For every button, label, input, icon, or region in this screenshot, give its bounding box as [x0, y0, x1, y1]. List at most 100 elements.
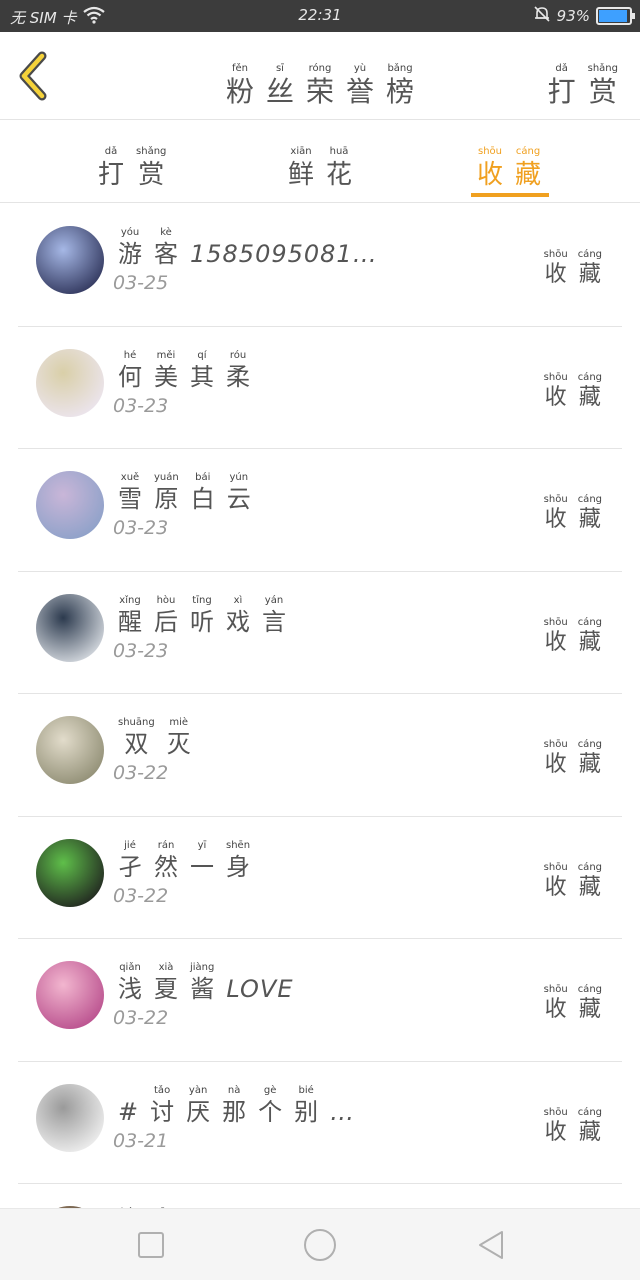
status-bar: 无 SIM 卡 22:31 93% — [0, 0, 640, 32]
hanzi: 戏 — [226, 607, 250, 636]
hanzi: 打 — [98, 160, 125, 190]
pinyin: shōu — [543, 984, 568, 995]
hanzi: 藏 — [515, 160, 542, 190]
ruby-char: fěn 粉 — [226, 63, 254, 109]
recents-button[interactable] — [135, 1229, 167, 1261]
action-date: 03-25 — [113, 272, 169, 294]
pinyin: hé — [123, 349, 137, 361]
pinyin: xǐng — [119, 594, 141, 606]
pinyin: tǎo — [154, 1084, 171, 1096]
avatar[interactable] — [36, 961, 104, 1029]
ruby-char: shǎng 赏 — [136, 146, 166, 192]
action-date: 03-23 — [113, 394, 169, 417]
ruby-char: dǎ 打 — [98, 146, 124, 192]
ruby-char: cáng 藏 — [578, 862, 602, 902]
back-nav-button[interactable] — [476, 1229, 508, 1261]
list-item[interactable]: xuě 雪 yuán 原 bái 白 yún 云 03-23 shōu 收 cáng 藏 — [18, 449, 622, 572]
tip-button[interactable]: dǎ 打 shǎng 赏 — [548, 56, 618, 109]
hanzi: 收 — [544, 874, 567, 900]
pinyin: shōu — [543, 861, 568, 873]
avatar[interactable] — [36, 1083, 104, 1152]
battery-fill — [599, 10, 627, 22]
header: fěn 粉 sī 丝 róng 荣 yù 誉 bǎng 榜 dǎ 打 shǎng 赏 — [0, 32, 640, 120]
ruby-char: miè 灭 — [167, 717, 191, 759]
hanzi: 听 — [190, 607, 214, 636]
fan-list: yóu 游 kè 客 1585095081… 03-25 shōu 收 cáng 藏 hé 何 měi 美… — [18, 204, 622, 1280]
pinyin: xià — [158, 962, 174, 973]
ruby-char: shōu 收 — [544, 249, 568, 289]
pinyin: jié — [124, 839, 136, 851]
hanzi: 雪 — [118, 485, 142, 513]
ruby-char: kè 客 — [154, 227, 178, 269]
avatar[interactable] — [36, 838, 104, 907]
ruby-char: cáng 藏 — [578, 739, 602, 779]
ruby-char: xì 戏 — [226, 595, 250, 637]
list-item[interactable]: # tǎo 讨 yàn 厌 nà 那 gè 个 bié 别 … 03-21 shōu 收 cáng 藏 — [18, 1062, 622, 1184]
hanzi: 后 — [154, 607, 178, 636]
tab-flowers[interactable]: xiān 鲜 huā 花 — [288, 139, 352, 192]
pinyin: xì — [233, 594, 243, 606]
pinyin: yóu — [120, 227, 140, 238]
pinyin: shōu — [543, 616, 568, 628]
pinyin: yún — [229, 472, 249, 483]
system-nav-bar — [0, 1208, 640, 1280]
pinyin: bié — [298, 1084, 314, 1096]
hanzi: 赏 — [138, 160, 165, 190]
home-button[interactable] — [302, 1227, 338, 1263]
pinyin: qí — [197, 349, 207, 361]
ruby-char: cáng 藏 — [578, 249, 602, 289]
hanzi: 收 — [544, 997, 567, 1022]
hanzi: 收 — [544, 752, 567, 777]
avatar[interactable] — [36, 226, 104, 294]
pinyin: róng — [308, 63, 332, 74]
hanzi: 客 — [154, 240, 178, 268]
triangle-left-icon — [479, 1231, 503, 1259]
pinyin: dǎ — [555, 63, 568, 74]
list-item[interactable]: hé 何 měi 美 qí 其 róu 柔 03-23 shōu 收 cáng 藏 — [18, 327, 622, 449]
action-type-label: shōu 收 cáng 藏 — [544, 732, 602, 779]
hanzi: 酱 — [190, 975, 215, 1003]
tab-favorites[interactable]: shōu 收 cáng 藏 — [477, 139, 541, 192]
ruby-char: shōu 收 — [544, 862, 568, 902]
hanzi: 其 — [190, 362, 214, 391]
back-button[interactable] — [12, 50, 56, 102]
list-item[interactable]: xǐng 醒 hòu 后 tīng 听 xì 戏 yán 言 03-23 shōu 收 cáng 藏 — [18, 572, 622, 694]
pinyin: jiàng — [190, 962, 215, 973]
ruby-char: yàn 厌 — [186, 1085, 210, 1127]
user-name: jié 孑 rán 然 yī 一 shēn 身 — [118, 833, 250, 882]
avatar[interactable] — [36, 593, 104, 662]
pinyin: shēn — [226, 839, 251, 851]
action-type-label: shōu 收 cáng 藏 — [544, 977, 602, 1024]
hanzi: 灭 — [166, 730, 191, 758]
battery-icon — [596, 7, 635, 25]
hanzi: 言 — [262, 607, 286, 636]
ruby-char: yóu 游 — [118, 227, 142, 269]
list-item[interactable]: qiǎn 浅 xià 夏 jiàng 酱 LOVE 03-22 shōu 收 cáng 藏 — [18, 939, 622, 1062]
action-date: 03-22 — [113, 762, 169, 784]
avatar[interactable] — [36, 716, 104, 784]
action-type-label: shōu 收 cáng 藏 — [544, 365, 602, 412]
ruby-char: yán 言 — [262, 595, 286, 637]
pinyin: shōu — [543, 1106, 568, 1118]
ruby-char: cáng 藏 — [578, 1107, 602, 1147]
ruby-char: cáng 藏 — [578, 372, 602, 412]
avatar[interactable] — [36, 471, 104, 539]
hanzi: 美 — [154, 362, 178, 391]
hanzi: 藏 — [578, 874, 601, 900]
list-item[interactable]: shuāng 双 miè 灭 03-22 shōu 收 cáng 藏 — [18, 694, 622, 817]
ruby-char: xuě 雪 — [118, 472, 142, 514]
pinyin: cáng — [577, 371, 602, 383]
list-item[interactable]: jié 孑 rán 然 yī 一 shēn 身 03-22 shōu 收 cáng 藏 — [18, 817, 622, 939]
pinyin: cáng — [577, 984, 602, 995]
pinyin: xuě — [120, 472, 140, 483]
ruby-char: shēn 身 — [226, 840, 250, 882]
list-item[interactable]: yóu 游 kè 客 1585095081… 03-25 shōu 收 cáng 藏 — [18, 204, 622, 327]
user-name-suffix: LOVE — [226, 975, 294, 1003]
avatar[interactable] — [36, 348, 104, 417]
ruby-char: hòu 后 — [154, 595, 178, 637]
ruby-char: cáng 藏 — [515, 146, 541, 192]
tab-tips[interactable]: dǎ 打 shǎng 赏 — [98, 139, 166, 192]
hanzi: 夏 — [154, 975, 178, 1003]
pinyin: cáng — [577, 861, 602, 873]
ruby-char: xiān 鲜 — [288, 146, 314, 192]
